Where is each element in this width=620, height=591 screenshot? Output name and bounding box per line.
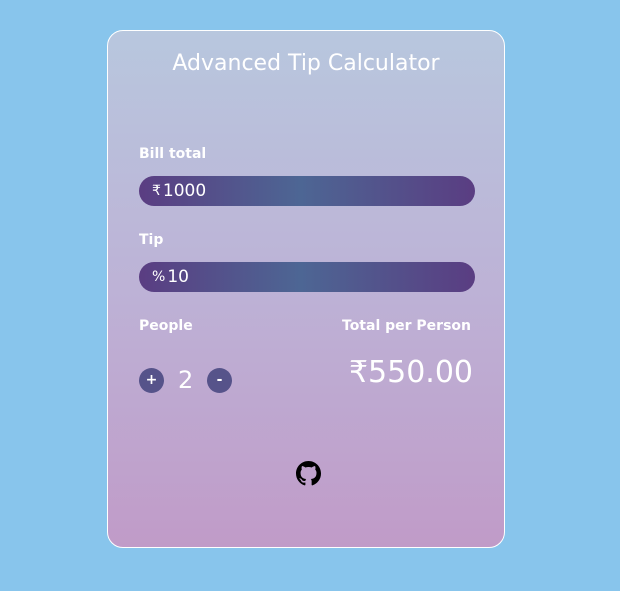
- rupee-prefix: ₹: [152, 183, 161, 199]
- tip-calculator-card: Advanced Tip Calculator Bill total ₹ 100…: [107, 30, 505, 548]
- app-title: Advanced Tip Calculator: [172, 51, 440, 76]
- tip-input[interactable]: % 10: [139, 262, 475, 292]
- people-label: People: [139, 318, 193, 334]
- decrease-people-button[interactable]: -: [207, 368, 232, 393]
- tip-label: Tip: [139, 232, 164, 248]
- bill-total-label: Bill total: [139, 146, 207, 162]
- percent-prefix: %: [152, 269, 166, 285]
- bill-total-value: 1000: [162, 181, 207, 201]
- total-per-person-label: Total per Person: [342, 318, 471, 334]
- people-count: 2: [178, 366, 194, 394]
- total-per-person-value: ₹550.00: [348, 355, 473, 390]
- bill-total-input[interactable]: ₹ 1000: [139, 176, 475, 206]
- increase-people-button[interactable]: +: [139, 368, 164, 393]
- tip-value: 10: [167, 267, 189, 287]
- github-icon[interactable]: [296, 461, 321, 486]
